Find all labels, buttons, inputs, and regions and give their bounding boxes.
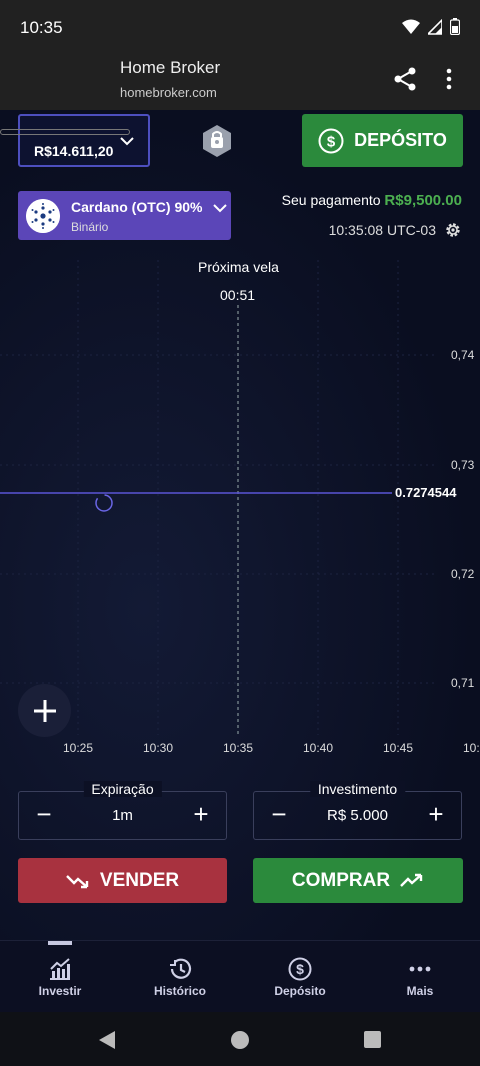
asset-selector[interactable]: Cardano (OTC) 90% Binário [18, 191, 231, 240]
y-tick: 0,73 [451, 458, 475, 472]
clock-row: 10:35:08 UTC-03 [329, 221, 462, 239]
balance-value: R$14.611,20 [34, 143, 114, 159]
expiration-control: Expiração − 1m + [18, 781, 227, 840]
next-candle-label: Próxima vela [198, 259, 279, 275]
add-indicator-button[interactable] [18, 684, 71, 737]
recents-icon[interactable] [364, 1031, 381, 1048]
nav-label: Histórico [153, 984, 206, 998]
nav-active-indicator [48, 941, 72, 945]
browser-bar: Home Broker homebroker.com [0, 52, 480, 110]
investment-increase-button[interactable]: + [423, 801, 449, 828]
server-clock: 10:35:08 UTC-03 [328, 222, 436, 238]
nav-item-deposito[interactable]: $ Depósito [240, 941, 360, 1013]
x-tick: 10:5 [463, 741, 480, 755]
balance-progress [0, 129, 130, 135]
trading-app: R$14.611,20 $ DEPÓSITO Cardano (OTC) 90%… [0, 110, 480, 940]
nav-label: Depósito [274, 984, 326, 998]
more-icon [409, 966, 431, 972]
trend-down-icon [66, 874, 89, 888]
svg-text:$: $ [296, 961, 304, 977]
y-tick: 0,72 [451, 567, 475, 581]
rank-badge-icon[interactable] [200, 124, 234, 158]
browser-title: Home Broker [120, 58, 221, 77]
investment-label: Investimento [309, 781, 406, 797]
buy-button[interactable]: COMPRAR [253, 858, 463, 903]
deposit-button[interactable]: $ DEPÓSITO [302, 114, 463, 167]
nav-label: Investir [38, 984, 82, 998]
y-tick: 0,71 [451, 676, 475, 690]
sell-label: VENDER [99, 869, 180, 891]
nav-item-mais[interactable]: Mais [360, 941, 480, 1013]
nav-item-historico[interactable]: Histórico [120, 941, 240, 1013]
chevron-down-icon [213, 204, 227, 213]
system-nav-bar [0, 1012, 480, 1066]
payout-label: Seu pagamento [281, 192, 381, 208]
sell-button[interactable]: VENDER [18, 858, 227, 903]
dollar-circle-icon: $ [318, 128, 344, 153]
cardano-icon [26, 199, 60, 233]
payout-value: R$9,500.00 [384, 192, 462, 209]
payout-info: Seu pagamento R$9,500.00 [282, 192, 462, 209]
price-marker [95, 494, 113, 512]
trend-up-icon [400, 873, 423, 887]
share-icon[interactable] [392, 66, 418, 92]
x-tick: 10:25 [63, 741, 93, 755]
plus-icon [33, 699, 56, 722]
home-icon[interactable] [230, 1030, 250, 1050]
more-vert-icon[interactable] [438, 66, 460, 92]
chevron-down-icon [120, 137, 134, 146]
dollar-icon: $ [288, 957, 312, 981]
gear-icon[interactable] [444, 221, 462, 239]
status-icons [402, 18, 460, 35]
history-icon [170, 958, 192, 979]
y-tick: 0,74 [451, 348, 475, 362]
balance-selector[interactable]: R$14.611,20 [0, 114, 150, 167]
asset-type: Binário [71, 220, 109, 234]
nav-label: Mais [406, 984, 434, 998]
x-tick: 10:30 [143, 741, 173, 755]
back-icon[interactable] [98, 1030, 116, 1050]
investment-control: Investimento − R$ 5.000 + [253, 781, 462, 840]
chart-icon [50, 958, 70, 980]
current-price-label: 0.7274544 [395, 485, 457, 500]
nav-item-investir[interactable]: Investir [0, 941, 120, 1013]
price-chart[interactable]: 0,74 0,73 0,72 0,71 10:25 10:30 10:35 10… [0, 250, 480, 770]
deposit-label: DEPÓSITO [354, 130, 447, 150]
x-tick: 10:45 [383, 741, 413, 755]
buy-label: COMPRAR [291, 869, 391, 891]
asset-name: Cardano (OTC) 90% [71, 199, 203, 215]
svg-text:$: $ [327, 133, 336, 150]
expiration-label: Expiração [83, 781, 162, 797]
status-time: 10:35 [20, 18, 63, 37]
signal-icon [428, 18, 442, 35]
status-bar: 10:35 [0, 0, 480, 52]
bottom-nav: Investir Histórico $ Depósito Mais [0, 940, 480, 1012]
wifi-icon [402, 19, 420, 34]
expiration-increase-button[interactable]: + [188, 801, 214, 828]
battery-icon [450, 18, 460, 35]
browser-url: homebroker.com [120, 85, 217, 100]
x-tick: 10:40 [303, 741, 333, 755]
candle-countdown: 00:51 [220, 287, 256, 303]
x-tick: 10:35 [223, 741, 253, 755]
